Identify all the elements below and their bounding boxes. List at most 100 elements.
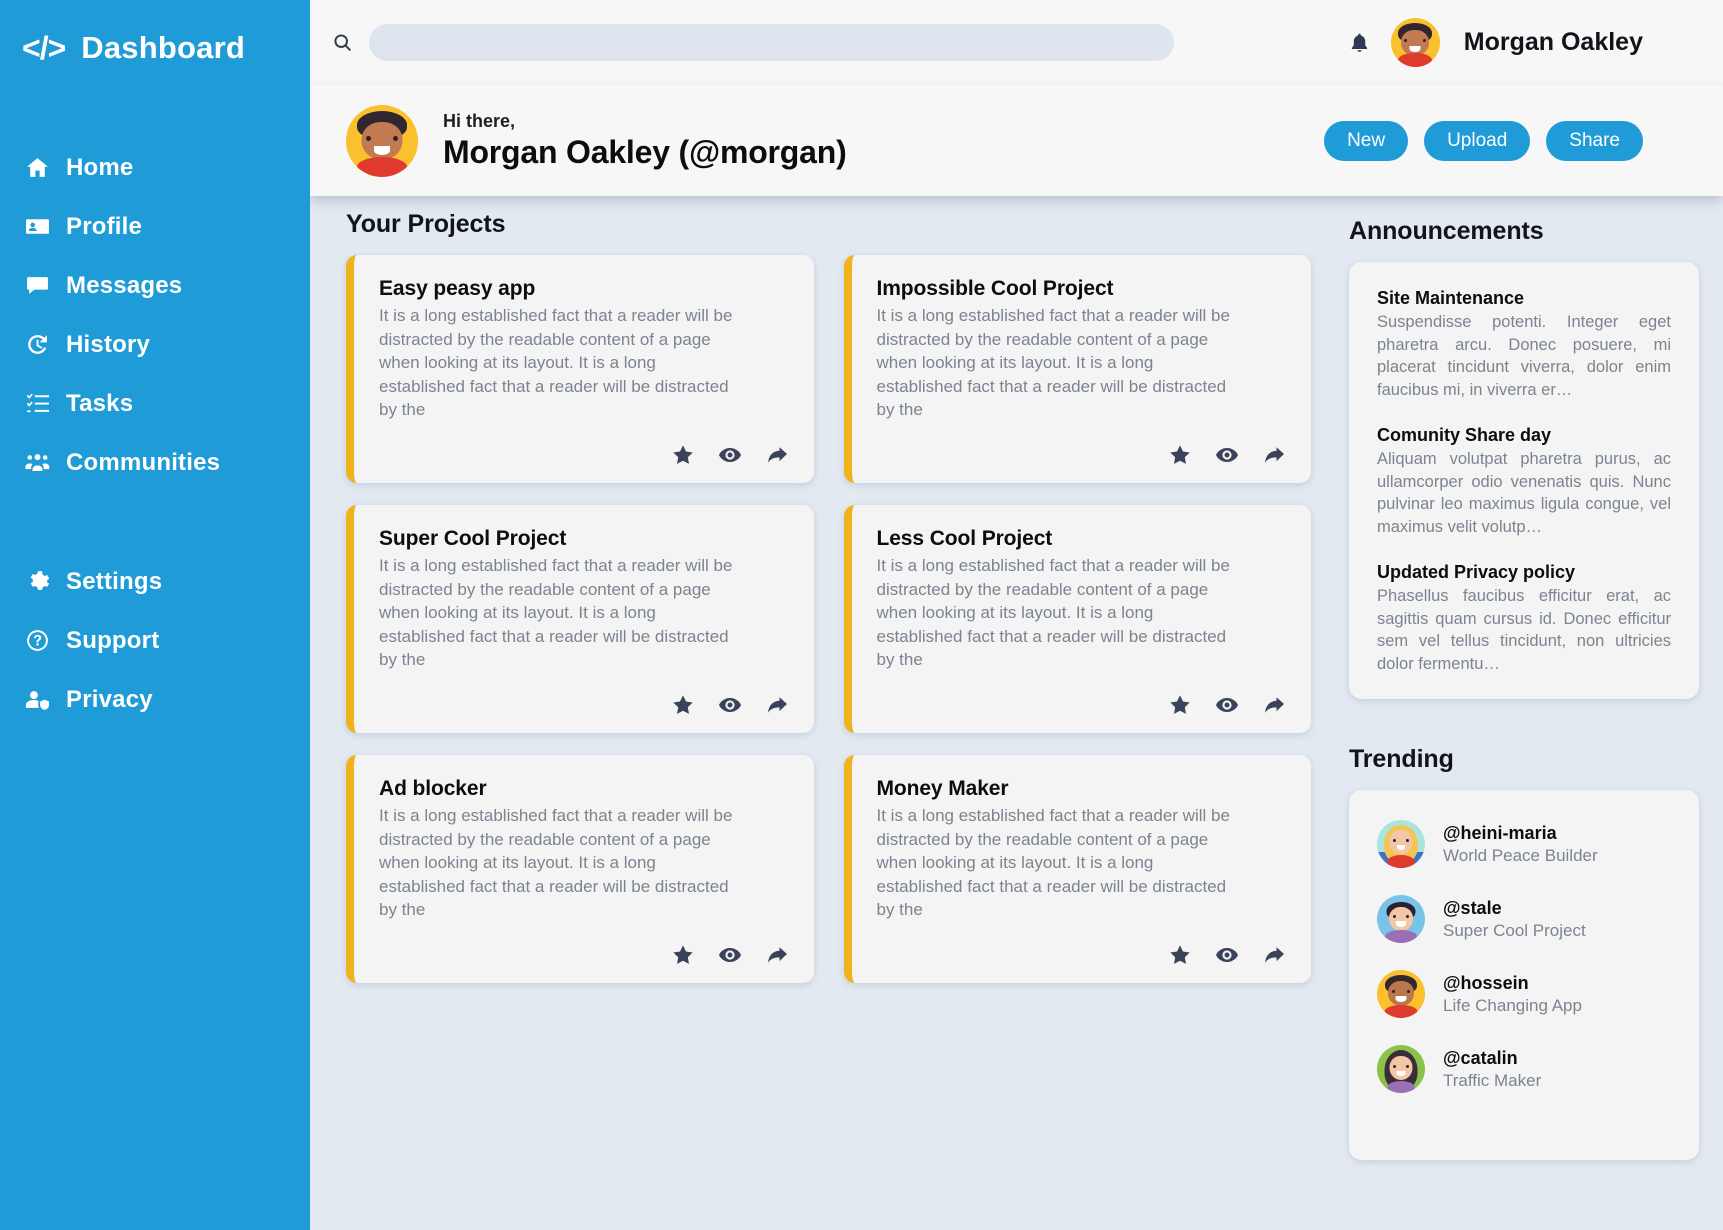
- announcement-item[interactable]: Comunity Share day Aliquam volutpat phar…: [1377, 425, 1671, 538]
- sidebar-item-label: History: [66, 330, 151, 358]
- announcement-text: Suspendisse potenti. Integer eget pharet…: [1377, 313, 1671, 399]
- id-card-icon: [24, 214, 50, 240]
- trend-text: @heini-maria World Peace Builder: [1443, 822, 1598, 866]
- eye-icon[interactable]: [718, 943, 742, 967]
- share-icon[interactable]: [765, 443, 789, 467]
- projects-grid: Easy peasy app It is a long established …: [346, 255, 1311, 983]
- star-icon[interactable]: [671, 443, 695, 467]
- sidebar-item-support[interactable]: Support: [24, 611, 286, 670]
- search-icon[interactable]: [332, 32, 353, 53]
- checklist-icon: [24, 391, 50, 417]
- greeting-text: Hi there, Morgan Oakley (@morgan): [443, 111, 847, 171]
- trend-handle: @stale: [1443, 898, 1502, 919]
- project-card[interactable]: Super Cool Project It is a long establis…: [346, 505, 814, 733]
- announcement-item[interactable]: Updated Privacy policy Phasellus faucibu…: [1377, 562, 1671, 675]
- project-actions: [379, 679, 789, 717]
- announcements-heading: Announcements: [1349, 217, 1544, 245]
- side-column: Announcements Site Maintenance Suspendis…: [1335, 210, 1723, 1230]
- content-area: Your Projects Easy peasy app It is a lon…: [310, 196, 1723, 1230]
- star-icon[interactable]: [671, 943, 695, 967]
- project-body: It is a long established fact that a rea…: [876, 306, 1230, 419]
- share-icon[interactable]: [765, 943, 789, 967]
- search-input[interactable]: [369, 24, 1174, 61]
- project-title: Impossible Cool Project: [876, 277, 1114, 300]
- project-card[interactable]: Easy peasy app It is a long established …: [346, 255, 814, 483]
- sidebar-item-communities[interactable]: Communities: [24, 433, 286, 492]
- sidebar-item-messages[interactable]: Messages: [24, 256, 286, 315]
- project-card[interactable]: Ad blocker It is a long established fact…: [346, 755, 814, 983]
- eye-icon[interactable]: [1215, 443, 1239, 467]
- project-actions: [379, 929, 789, 967]
- project-actions: [379, 429, 789, 467]
- announcement-title: Site Maintenance: [1377, 288, 1525, 308]
- avatar-heini-maria: [1377, 820, 1425, 868]
- project-actions: [877, 929, 1287, 967]
- star-icon[interactable]: [671, 693, 695, 717]
- sidebar-item-label: Tasks: [66, 389, 134, 417]
- new-button[interactable]: New: [1324, 120, 1409, 161]
- project-card[interactable]: Impossible Cool Project It is a long est…: [843, 255, 1311, 483]
- list-item[interactable]: @catalin Traffic Maker: [1377, 1045, 1671, 1093]
- project-title: Money Maker: [876, 777, 1009, 800]
- sidebar-item-label: Privacy: [66, 685, 153, 713]
- trend-subtitle: Traffic Maker: [1443, 1070, 1542, 1090]
- share-icon[interactable]: [1262, 943, 1286, 967]
- upload-button[interactable]: Upload: [1424, 120, 1531, 161]
- list-item[interactable]: @heini-maria World Peace Builder: [1377, 820, 1671, 868]
- project-actions: [877, 429, 1287, 467]
- sidebar-item-label: Profile: [66, 212, 143, 240]
- sidebar-item-tasks[interactable]: Tasks: [24, 374, 286, 433]
- sidebar-item-history[interactable]: History: [24, 315, 286, 374]
- list-item[interactable]: @stale Super Cool Project: [1377, 895, 1671, 943]
- eye-icon[interactable]: [1215, 943, 1239, 967]
- star-icon[interactable]: [1168, 943, 1192, 967]
- star-icon[interactable]: [1168, 693, 1192, 717]
- trend-text: @catalin Traffic Maker: [1443, 1047, 1541, 1091]
- project-body: It is a long established fact that a rea…: [379, 306, 733, 419]
- announcement-text: Aliquam volutpat pharetra purus, ac ulla…: [1377, 450, 1671, 536]
- project-card[interactable]: Money Maker It is a long established fac…: [843, 755, 1311, 983]
- user-shield-icon: [24, 687, 50, 713]
- trend-text: @stale Super Cool Project: [1443, 897, 1586, 941]
- star-icon[interactable]: [1168, 443, 1192, 467]
- trend-subtitle: Super Cool Project: [1443, 920, 1586, 940]
- project-actions: [877, 679, 1287, 717]
- list-item[interactable]: @hossein Life Changing App: [1377, 970, 1671, 1018]
- sidebar-item-home[interactable]: Home: [24, 138, 286, 197]
- brand[interactable]: </> Dashboard: [0, 22, 310, 74]
- trending-panel: @heini-maria World Peace Builder @stale …: [1349, 790, 1699, 1160]
- project-body: It is a long established fact that a rea…: [379, 806, 733, 919]
- sidebar-item-privacy[interactable]: Privacy: [24, 670, 286, 729]
- gear-icon: [24, 569, 50, 595]
- page-title: Your Projects: [346, 210, 506, 238]
- chat-bubble-icon: [24, 273, 50, 299]
- avatar[interactable]: [1390, 18, 1440, 67]
- greeting-hi: Hi there,: [443, 110, 516, 131]
- top-bar: Morgan Oakley: [310, 0, 1723, 85]
- project-card[interactable]: Less Cool Project It is a long establish…: [843, 505, 1311, 733]
- trending-heading: Trending: [1349, 745, 1454, 773]
- trend-handle: @heini-maria: [1443, 823, 1557, 844]
- topbar-user-name: Morgan Oakley: [1463, 28, 1643, 56]
- bell-icon[interactable]: [1347, 28, 1373, 58]
- project-body: It is a long established fact that a rea…: [379, 556, 733, 669]
- announcement-item[interactable]: Site Maintenance Suspendisse potenti. In…: [1377, 288, 1671, 401]
- project-body: It is a long established fact that a rea…: [876, 556, 1230, 669]
- share-icon[interactable]: [1262, 443, 1286, 467]
- trend-handle: @hossein: [1443, 973, 1529, 994]
- avatar-stale: [1377, 895, 1425, 943]
- dashboard-page: </> Dashboard Home Profile Messages Hist…: [0, 0, 1723, 1230]
- sidebar-item-settings[interactable]: Settings: [24, 552, 286, 611]
- trend-subtitle: World Peace Builder: [1443, 845, 1598, 865]
- eye-icon[interactable]: [718, 693, 742, 717]
- share-button[interactable]: Share: [1546, 120, 1643, 161]
- eye-icon[interactable]: [718, 443, 742, 467]
- share-icon[interactable]: [765, 693, 789, 717]
- avatar-large[interactable]: [346, 104, 418, 177]
- share-icon[interactable]: [1262, 693, 1286, 717]
- code-icon: </>: [22, 30, 66, 66]
- sidebar-item-profile[interactable]: Profile: [24, 197, 286, 256]
- sidebar-nav-primary: Home Profile Messages History Tasks Comm…: [0, 138, 310, 729]
- eye-icon[interactable]: [1215, 693, 1239, 717]
